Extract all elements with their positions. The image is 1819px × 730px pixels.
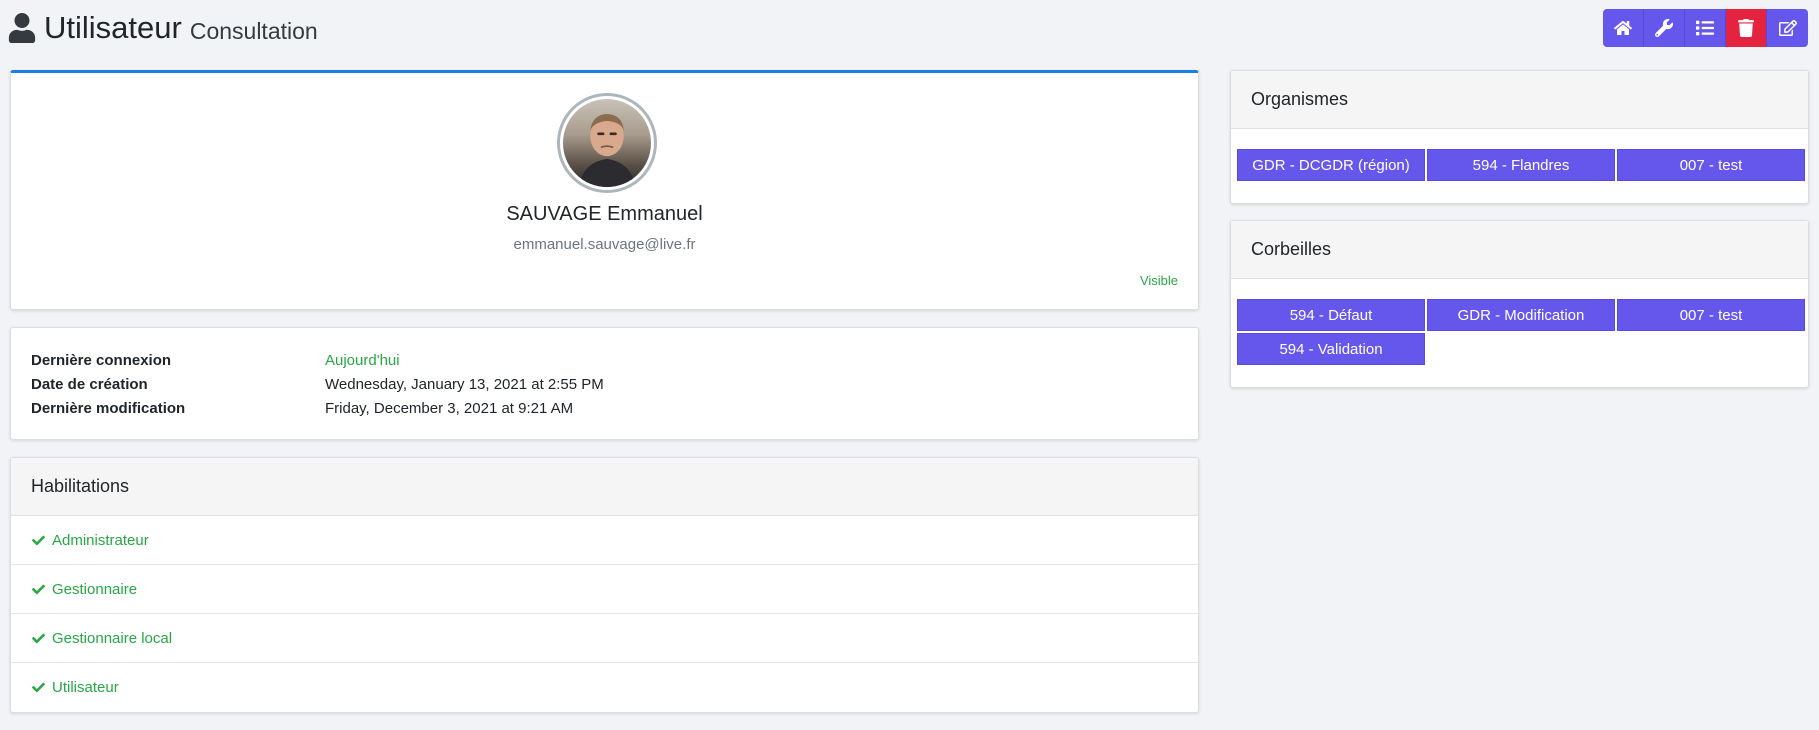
home-icon [1614, 21, 1632, 35]
info-value: Friday, December 3, 2021 at 9:21 AM [325, 400, 574, 417]
check-icon [32, 584, 45, 594]
corbeille-tag[interactable]: 594 - Défaut [1237, 299, 1425, 331]
info-label: Date de création [31, 376, 148, 393]
page-title: Utilisateur [44, 10, 182, 45]
list-icon [1696, 20, 1714, 36]
edit-button[interactable] [1767, 9, 1808, 47]
info-label: Dernière connexion [31, 352, 172, 369]
visibility-status: Visible [1139, 273, 1178, 288]
list-button[interactable] [1685, 9, 1726, 47]
list-item: Gestionnaire [11, 565, 1198, 614]
habilitation-label: Gestionnaire [52, 580, 138, 598]
info-card: Dernière connexion Aujourd'hui Date de c… [10, 327, 1199, 440]
settings-button[interactable] [1644, 9, 1685, 47]
corbeilles-card: Corbeilles 594 - Défaut GDR - Modificati… [1230, 220, 1809, 388]
info-label: Dernière modification [31, 400, 186, 417]
check-icon [32, 633, 45, 643]
corbeille-tag[interactable]: 007 - test [1617, 299, 1805, 331]
list-item: Gestionnaire local [11, 614, 1198, 663]
habilitation-label: Administrateur [52, 531, 149, 549]
edit-icon [1778, 19, 1797, 36]
organisme-tag[interactable]: 594 - Flandres [1427, 149, 1615, 181]
organismes-card: Organismes GDR - DCGDR (région) 594 - Fl… [1230, 70, 1809, 204]
delete-button[interactable] [1726, 9, 1767, 47]
avatar [557, 93, 657, 193]
info-value: Aujourd'hui [325, 352, 400, 369]
user-icon [8, 13, 36, 43]
organismes-header: Organismes [1231, 71, 1808, 129]
corbeille-tag[interactable]: GDR - Modification [1427, 299, 1615, 331]
corbeille-tag[interactable]: 594 - Validation [1237, 333, 1425, 365]
organisme-tag[interactable]: GDR - DCGDR (région) [1237, 149, 1425, 181]
habilitations-card: Habilitations Administrateur Gestionnair… [10, 457, 1199, 713]
corbeilles-header: Corbeilles [1231, 221, 1808, 279]
organisme-tag[interactable]: 007 - test [1617, 149, 1805, 181]
corbeilles-tags: 594 - Défaut GDR - Modification 007 - te… [1231, 279, 1808, 365]
habilitation-label: Gestionnaire local [52, 629, 173, 647]
avatar-photo [563, 99, 651, 187]
check-icon [32, 682, 45, 693]
profile-name: SAUVAGE Emmanuel [506, 203, 703, 225]
profile-card: SAUVAGE Emmanuel emmanuel.sauvage@live.f… [10, 70, 1199, 310]
page-header: Utilisateur Consultation [8, 8, 318, 48]
page-subtitle: Consultation [189, 17, 318, 44]
habilitations-header: Habilitations [11, 458, 1198, 516]
check-icon [32, 535, 45, 545]
list-item: Administrateur [11, 516, 1198, 565]
profile-email: emmanuel.sauvage@live.fr [513, 236, 696, 253]
list-item: Utilisateur [11, 663, 1198, 712]
home-button[interactable] [1603, 9, 1644, 47]
habilitation-label: Utilisateur [52, 679, 119, 696]
organismes-tags: GDR - DCGDR (région) 594 - Flandres 007 … [1231, 129, 1808, 181]
wrench-icon [1655, 19, 1673, 37]
action-toolbar [1603, 9, 1808, 47]
trash-icon [1738, 19, 1754, 37]
person-portrait-icon [578, 113, 636, 187]
info-value: Wednesday, January 13, 2021 at 2:55 PM [325, 376, 604, 393]
